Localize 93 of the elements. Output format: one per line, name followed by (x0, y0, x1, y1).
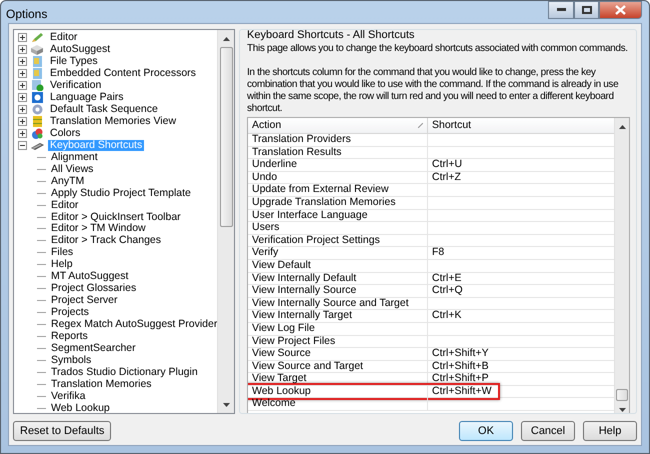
scroll-down-icon[interactable] (618, 408, 626, 412)
tree-item[interactable]: Editor > Track Changes (49, 235, 164, 246)
minimize-button[interactable] (548, 1, 574, 19)
dialog-button[interactable]: OK (459, 421, 513, 441)
palette-icon (31, 128, 44, 139)
table-cell: Update from External Review (248, 184, 428, 196)
dialog-button[interactable]: Help (583, 421, 637, 441)
table-cell: Verify (248, 247, 428, 259)
expander-icon[interactable] (18, 117, 27, 126)
window-title: Options (6, 6, 48, 23)
database-icon (31, 116, 44, 128)
table-cell: View Internally Source and Target (248, 298, 428, 310)
tree-item[interactable]: Alignment (49, 152, 100, 163)
tree-item[interactable]: Projects (49, 307, 91, 318)
sort-icon (418, 123, 423, 128)
group-title: Keyboard Shortcuts - All Shortcuts (245, 30, 417, 44)
dialog-button[interactable]: Cancel (521, 421, 575, 441)
tree-item[interactable]: MT AutoSuggest (49, 271, 130, 282)
table-cell: Translation Providers (248, 134, 428, 146)
expander-icon[interactable] (18, 45, 27, 54)
tree-item[interactable]: Symbols (49, 354, 94, 366)
tree-item[interactable]: Embedded Content Processors (48, 68, 198, 80)
tree-item[interactable]: Files (49, 247, 76, 258)
table-cell: View Internally Default (248, 272, 428, 284)
tree-item[interactable]: Colors (48, 128, 82, 139)
expander-icon[interactable] (18, 81, 27, 90)
pencil-icon (31, 32, 44, 44)
tree-item[interactable]: All Views (49, 164, 96, 175)
tree-item[interactable]: Apply Studio Project Template (49, 188, 193, 199)
scroll-up-icon[interactable] (222, 36, 230, 40)
cube-icon (31, 44, 44, 56)
table-cell: View Default (248, 260, 428, 272)
expander-icon[interactable] (18, 93, 27, 102)
table-cell: Undo (248, 172, 428, 184)
tree-item[interactable]: AutoSuggest (48, 44, 112, 56)
close-button[interactable] (599, 1, 642, 19)
tree-item[interactable]: Editor > TM Window (49, 223, 148, 234)
minimize-icon (556, 8, 566, 12)
scroll-up-icon[interactable] (618, 124, 626, 128)
document-icon (31, 68, 44, 80)
instructions-text: In the shortcuts column for the command that you would like to change, press the key combination that you would like to use with the command. If the command is already in use within the same scope, the row will turn red and you will need to enter a different keyboard shortcut. (247, 67, 620, 115)
tree-item[interactable]: Editor > QuickInsert Toolbar (49, 212, 183, 223)
expander-icon[interactable] (18, 140, 27, 150)
table-cell: View Log File (248, 322, 428, 334)
expander-icon[interactable] (18, 33, 27, 42)
document-icon (31, 56, 44, 68)
table-cell: Translation Results (248, 146, 428, 158)
table-cell: View Internally Target (248, 310, 428, 322)
table-cell: View Source and Target (248, 360, 428, 372)
tree-item[interactable]: Language Pairs (48, 92, 126, 104)
tree-item[interactable]: Editor (48, 32, 80, 44)
tree-item[interactable]: Web Lookup (49, 402, 112, 413)
reset-button[interactable]: Reset to Defaults (13, 421, 112, 441)
expander-icon[interactable] (18, 57, 27, 66)
scroll-thumb[interactable] (616, 389, 628, 401)
expander-icon[interactable] (18, 105, 27, 114)
tree-item[interactable]: SegmentSearcher (49, 342, 138, 354)
table-cell: User Interface Language (248, 210, 428, 222)
tree-item[interactable]: AnyTM (49, 176, 86, 187)
table-cell: Verification Project Settings (248, 234, 428, 246)
tree-item[interactable]: Verifika (49, 390, 88, 402)
tree-item[interactable]: Editor (49, 200, 80, 211)
tree-item[interactable]: File Types (48, 56, 100, 68)
scrollbar[interactable] (217, 30, 234, 413)
tree-item[interactable]: Project Glossaries (49, 283, 138, 294)
table-cell: View Project Files (248, 336, 428, 348)
tree-item[interactable]: Project Server (49, 295, 120, 306)
scroll-down-icon[interactable] (222, 402, 230, 406)
maximize-button[interactable] (574, 1, 599, 19)
tree-item[interactable]: Help (49, 259, 75, 270)
table-cell: Underline (248, 159, 428, 171)
tree-item[interactable]: Default Task Sequence (48, 104, 160, 116)
tree-item[interactable]: Trados Studio Dictionary Plugin (49, 366, 200, 378)
expander-icon[interactable] (18, 128, 27, 138)
close-icon (615, 5, 626, 15)
maximize-icon (582, 6, 592, 14)
scroll-thumb[interactable] (220, 47, 232, 227)
table-cell: Web Lookup (248, 386, 428, 398)
tree-item[interactable]: Reports (49, 330, 90, 342)
table-cell: Users (248, 222, 428, 234)
table-cell: View Target (248, 373, 428, 385)
table-cell: View Source (248, 348, 428, 360)
tree-item[interactable]: Translation Memories (49, 378, 154, 390)
column-header[interactable]: Action (248, 118, 428, 133)
tree-item[interactable]: Regex Match AutoSuggest Provider (49, 318, 217, 330)
table-cell: Welcome (248, 398, 428, 410)
expander-icon[interactable] (18, 69, 27, 78)
table-cell: View Internally Source (248, 285, 428, 297)
table-cell: Upgrade Translation Memories (248, 196, 428, 209)
tree-item[interactable]: Translation Memories View (48, 116, 178, 128)
scrollbar[interactable] (614, 118, 629, 413)
tree-item[interactable]: Verification (48, 80, 104, 92)
intro-text: This page allows you to change the keyboard shortcuts associated with common commands. (247, 43, 629, 55)
